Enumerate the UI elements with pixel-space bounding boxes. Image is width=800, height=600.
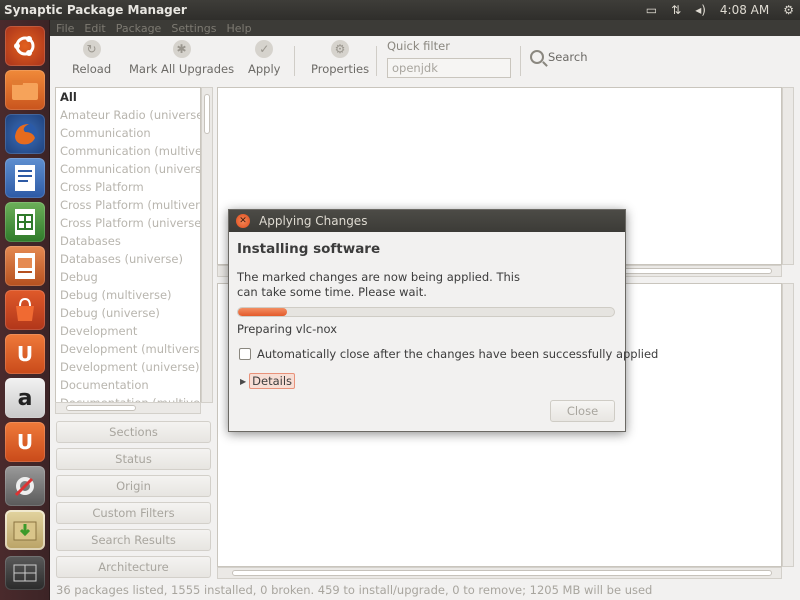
volume-icon[interactable]: ◂): [695, 3, 706, 17]
properties-button[interactable]: ⚙ Properties: [311, 40, 369, 80]
package-list-vertical-scrollbar[interactable]: [782, 87, 794, 265]
mark-all-upgrades-label: Mark All Upgrades: [129, 62, 235, 76]
app-title: Synaptic Package Manager: [4, 3, 187, 17]
category-item[interactable]: Debug (universe): [56, 304, 200, 322]
category-item[interactable]: Databases: [56, 232, 200, 250]
toolbar-separator: [376, 46, 377, 76]
reload-button[interactable]: ↻ Reload: [72, 40, 111, 80]
firefox-icon[interactable]: [5, 114, 45, 154]
ubuntu-logo-icon: [14, 36, 35, 56]
libreoffice-writer-icon[interactable]: [5, 158, 45, 198]
close-button[interactable]: Close: [550, 400, 615, 422]
search-results-button[interactable]: Search Results: [56, 529, 211, 551]
category-item[interactable]: Cross Platform (multiverse): [56, 196, 200, 214]
sections-button[interactable]: Sections: [56, 421, 211, 443]
search-icon: [530, 50, 544, 64]
category-item[interactable]: Databases (universe): [56, 250, 200, 268]
architecture-button[interactable]: Architecture: [56, 556, 211, 578]
category-item[interactable]: Development (multiverse): [56, 340, 200, 358]
category-item[interactable]: Documentation: [56, 376, 200, 394]
menu-edit[interactable]: Edit: [84, 22, 105, 35]
details-label[interactable]: Details: [249, 373, 296, 389]
indicator-area: ▭ ⇅ ◂) 4:08 AM ⚙: [646, 0, 794, 20]
category-list: All Amateur Radio (universe) Communication…: [55, 87, 201, 403]
category-item[interactable]: Cross Platform: [56, 178, 200, 196]
progress-bar: [237, 307, 615, 317]
auto-close-label[interactable]: Automatically close after the changes ha…: [257, 347, 658, 361]
properties-icon: ⚙: [331, 40, 350, 58]
status-bar: 36 packages listed, 1555 installed, 0 br…: [56, 583, 653, 597]
category-item[interactable]: Development (universe): [56, 358, 200, 376]
toolbar: ↻ Reload ✱ Mark All Upgrades ✓ Apply ⚙ P…: [50, 36, 800, 84]
scrollbar-thumb[interactable]: [232, 570, 772, 576]
description-horizontal-scrollbar[interactable]: [217, 567, 782, 579]
details-expander[interactable]: ▶ Details: [240, 373, 296, 389]
clock[interactable]: 4:08 AM: [720, 3, 769, 17]
software-center-icon[interactable]: [5, 290, 45, 330]
dialog-titlebar[interactable]: ✕ Applying Changes: [229, 210, 625, 232]
category-item[interactable]: Communication (universe): [56, 160, 200, 178]
origin-button[interactable]: Origin: [56, 475, 211, 497]
progress-status: Preparing vlc-nox: [237, 322, 338, 336]
apply-label: Apply: [248, 62, 281, 76]
unity-launcher: U a U: [0, 20, 50, 600]
mark-all-upgrades-button[interactable]: ✱ Mark All Upgrades: [129, 40, 234, 80]
dialog-title: Applying Changes: [259, 214, 368, 228]
toolbar-separator: [294, 46, 295, 76]
menu-bar: File Edit Package Settings Help: [50, 20, 800, 36]
reload-label: Reload: [72, 62, 112, 76]
category-item[interactable]: Debug (multiverse): [56, 286, 200, 304]
libreoffice-impress-icon[interactable]: [5, 246, 45, 286]
auto-close-option[interactable]: Automatically close after the changes ha…: [239, 347, 658, 361]
files-icon[interactable]: [5, 70, 45, 110]
category-item[interactable]: Communication (multiverse): [56, 142, 200, 160]
category-item[interactable]: All: [56, 88, 200, 106]
category-item[interactable]: Cross Platform (universe): [56, 214, 200, 232]
toolbar-separator: [520, 46, 521, 76]
applying-changes-dialog: ✕ Applying Changes Installing software T…: [228, 209, 658, 432]
apply-button[interactable]: ✓ Apply: [248, 40, 280, 80]
amazon-icon[interactable]: a: [5, 378, 45, 418]
custom-filters-button[interactable]: Custom Filters: [56, 502, 211, 524]
progress-bar-fill: [238, 308, 287, 316]
dialog-message: The marked changes are now being applied…: [237, 270, 520, 299]
category-item[interactable]: Debug: [56, 268, 200, 286]
apply-check-icon: ✓: [255, 40, 274, 58]
network-icon[interactable]: ⇅: [671, 3, 681, 17]
category-list-vertical-scrollbar[interactable]: [201, 87, 213, 403]
category-item[interactable]: Amateur Radio (universe): [56, 106, 200, 124]
expander-arrow-icon[interactable]: ▶: [240, 377, 246, 386]
search-button[interactable]: Search: [530, 50, 588, 64]
system-settings-icon[interactable]: [5, 466, 45, 506]
workspace-switcher-icon[interactable]: [5, 556, 45, 590]
menu-settings[interactable]: Settings: [171, 22, 216, 35]
menu-package[interactable]: Package: [116, 22, 162, 35]
menu-file[interactable]: File: [56, 22, 74, 35]
description-vertical-scrollbar[interactable]: [782, 283, 794, 567]
search-label: Search: [548, 50, 588, 64]
quick-filter-label: Quick filter: [387, 39, 450, 53]
top-panel: Synaptic Package Manager ▭ ⇅ ◂) 4:08 AM …: [0, 0, 800, 20]
properties-label: Properties: [311, 62, 370, 76]
ubuntu-one-icon[interactable]: U: [5, 334, 45, 374]
category-list-horizontal-scrollbar[interactable]: [55, 402, 201, 414]
scrollbar-thumb[interactable]: [66, 405, 136, 411]
power-icon[interactable]: ⚙: [783, 3, 794, 17]
dialog-heading: Installing software: [237, 241, 381, 257]
synaptic-icon[interactable]: [5, 510, 45, 550]
auto-close-checkbox[interactable]: [239, 348, 251, 360]
category-item[interactable]: Development: [56, 322, 200, 340]
ubuntu-one-music-icon[interactable]: U: [5, 422, 45, 462]
category-item[interactable]: Communication: [56, 124, 200, 142]
quick-filter-input[interactable]: [387, 58, 511, 78]
status-button[interactable]: Status: [56, 448, 211, 470]
menu-help[interactable]: Help: [226, 22, 251, 35]
upgrade-icon: ✱: [172, 40, 191, 58]
scrollbar-thumb[interactable]: [204, 94, 210, 134]
close-icon[interactable]: ✕: [236, 214, 250, 228]
battery-icon[interactable]: ▭: [646, 3, 657, 17]
reload-icon: ↻: [82, 40, 101, 58]
libreoffice-calc-icon[interactable]: [5, 202, 45, 242]
dash-home-icon[interactable]: [5, 26, 45, 66]
